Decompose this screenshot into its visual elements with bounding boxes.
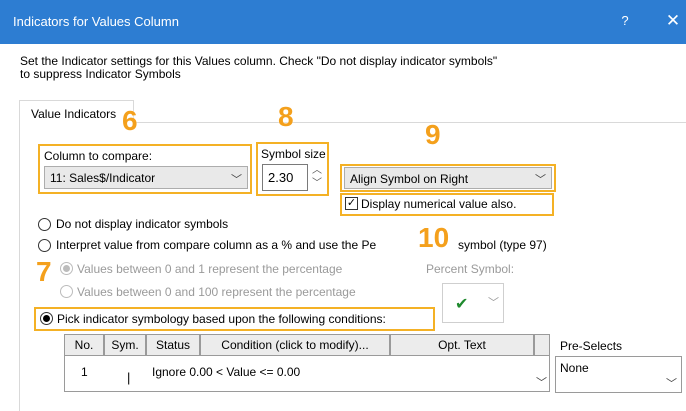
col-header-no[interactable]: No.	[64, 334, 104, 356]
checkmark-icon: ✓	[346, 197, 357, 209]
table-row[interactable]	[64, 356, 550, 392]
col-header-condition[interactable]: Condition (click to modify)...	[200, 334, 390, 356]
col-header-blank	[534, 334, 550, 356]
help-button[interactable]: ?	[612, 8, 638, 34]
chevron-down-icon: ﹀	[666, 378, 677, 390]
align-dropdown[interactable]: Align Symbol on Right ﹀	[344, 167, 552, 189]
radio-no-display-label: Do not display indicator symbols	[56, 217, 229, 231]
radio-pick-label: Pick indicator symbology based upon the …	[57, 312, 386, 326]
callout-9: 9	[425, 119, 441, 150]
preselects-dropdown[interactable]: None ﹀	[555, 356, 682, 393]
row-sym: |	[127, 370, 131, 385]
radio-interpret-label: Interpret value from compare column as a…	[56, 238, 377, 252]
percent-symbol-dropdown[interactable]: ✔ ﹀	[442, 283, 504, 323]
col-header-sym[interactable]: Sym.	[104, 334, 146, 356]
compare-value: 11: Sales$/Indicator	[50, 171, 156, 185]
row-condition: Ignore 0.00 < Value <= 0.00	[152, 365, 301, 379]
instruction-text: Set the Indicator settings for this Valu…	[20, 54, 498, 68]
stepper-down-icon[interactable]: ﹀	[309, 177, 325, 190]
checkmark-icon: ✔	[455, 296, 469, 313]
display-numerical-label: Display numerical value also.	[361, 197, 517, 211]
percent-symbol-label: Percent Symbol:	[426, 262, 515, 276]
callout-10: 10	[418, 222, 450, 253]
callout-6: 6	[122, 105, 138, 136]
radio-range-0-1-label: Values between 0 and 1 represent the per…	[77, 262, 343, 276]
callout-7: 7	[36, 256, 52, 287]
col-header-status[interactable]: Status	[146, 334, 200, 356]
radio-range-0-100[interactable]	[60, 285, 73, 298]
radio-interpret[interactable]	[38, 239, 51, 252]
display-numerical-checkbox[interactable]: ✓	[345, 197, 358, 210]
preselects-label: Pre-Selects	[560, 339, 623, 353]
symbol-size-stepper[interactable]: ︿ ﹀	[309, 164, 325, 191]
radio-interpret-label-tail: symbol (type 97)	[458, 238, 547, 252]
col-header-opt-text[interactable]: Opt. Text	[390, 334, 534, 356]
instruction-text-2: to suppress Indicator Symbols	[20, 67, 181, 81]
radio-range-0-100-label: Values between 0 and 100 represent the p…	[77, 285, 356, 299]
symbol-size-label: Symbol size	[261, 147, 326, 161]
window-title: Indicators for Values Column	[13, 14, 179, 29]
radio-pick[interactable]	[40, 312, 53, 325]
row-no: 1	[81, 365, 88, 379]
preselects-value: None	[560, 361, 589, 375]
align-value: Align Symbol on Right	[350, 172, 469, 186]
callout-8: 8	[278, 101, 294, 132]
compare-label: Column to compare:	[44, 149, 153, 163]
radio-no-display[interactable]	[38, 218, 51, 231]
symbol-size-input[interactable]: 2.30	[262, 164, 308, 191]
radio-range-0-1[interactable]	[60, 262, 73, 275]
stepper-up-icon[interactable]: ︿	[309, 164, 325, 177]
chevron-down-icon: ﹀	[535, 174, 546, 186]
close-button[interactable]: ✕	[660, 8, 686, 34]
symbol-size-value: 2.30	[268, 170, 294, 185]
chevron-down-icon: ﹀	[488, 297, 499, 309]
tab-label: Value Indicators	[31, 107, 117, 121]
chevron-down-icon[interactable]: ﹀	[536, 374, 547, 390]
chevron-down-icon: ﹀	[231, 174, 242, 186]
compare-dropdown[interactable]: 11: Sales$/Indicator ﹀	[44, 166, 248, 189]
